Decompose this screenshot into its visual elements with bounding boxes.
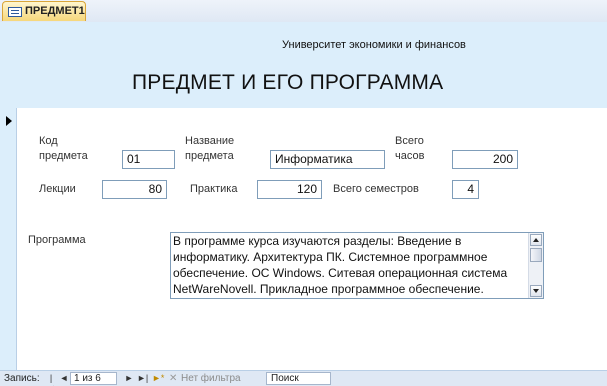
program-text: В программе курса изучаются разделы: Вве… [173, 234, 508, 296]
code-label: Код предмета [39, 135, 88, 162]
record-label: Запись: [4, 373, 40, 384]
semesters-label: Всего семестров [333, 183, 419, 195]
record-navigation-bar: Запись: |◄ ◄ 1 из 6 ► ►| ►* ✕ Нет фильтр… [0, 370, 607, 386]
form-header: Университет экономики и финансов ПРЕДМЕТ… [0, 22, 607, 108]
lectures-field[interactable]: 80 [102, 180, 167, 199]
form-icon [8, 7, 22, 17]
record-position-input[interactable]: 1 из 6 [70, 372, 117, 385]
current-record-icon [6, 116, 12, 126]
scroll-down-icon[interactable] [530, 285, 542, 297]
no-filter-button[interactable]: Нет фильтра [181, 373, 241, 384]
program-field[interactable]: В программе курса изучаются разделы: Вве… [170, 232, 544, 299]
scroll-thumb[interactable] [530, 248, 542, 262]
total-hours-field[interactable]: 200 [452, 150, 518, 169]
access-form-window: ПРЕДМЕТ1 Университет экономики и финансо… [0, 0, 607, 386]
total-hours-label: Всего часов [395, 135, 425, 162]
tab-label: ПРЕДМЕТ1 [25, 5, 85, 17]
document-tab-strip: ПРЕДМЕТ1 [0, 0, 607, 23]
code-field[interactable]: 01 [122, 150, 175, 169]
practice-field[interactable]: 120 [257, 180, 322, 199]
lectures-label: Лекции [39, 183, 76, 195]
name-label: Название предмета [185, 135, 235, 162]
organization-name: Университет экономики и финансов [282, 39, 466, 51]
program-scrollbar[interactable] [528, 233, 543, 298]
form-title: ПРЕДМЕТ И ЕГО ПРОГРАММА [132, 71, 444, 94]
next-record-icon[interactable]: ► [124, 373, 134, 383]
semesters-field[interactable]: 4 [452, 180, 479, 199]
name-field[interactable]: Информатика [270, 150, 385, 169]
scroll-up-icon[interactable] [530, 234, 542, 246]
filter-icon: ✕ [169, 373, 178, 384]
prev-record-icon[interactable]: ◄ [59, 373, 69, 383]
program-label: Программа [28, 234, 86, 246]
search-input[interactable]: Поиск [266, 372, 331, 385]
document-tab[interactable]: ПРЕДМЕТ1 [2, 1, 86, 21]
first-record-icon[interactable]: |◄ [46, 373, 56, 386]
new-record-icon[interactable]: ►* [152, 373, 164, 383]
last-record-icon[interactable]: ►| [137, 373, 148, 383]
practice-label: Практика [190, 183, 238, 195]
record-selector[interactable] [0, 108, 17, 370]
